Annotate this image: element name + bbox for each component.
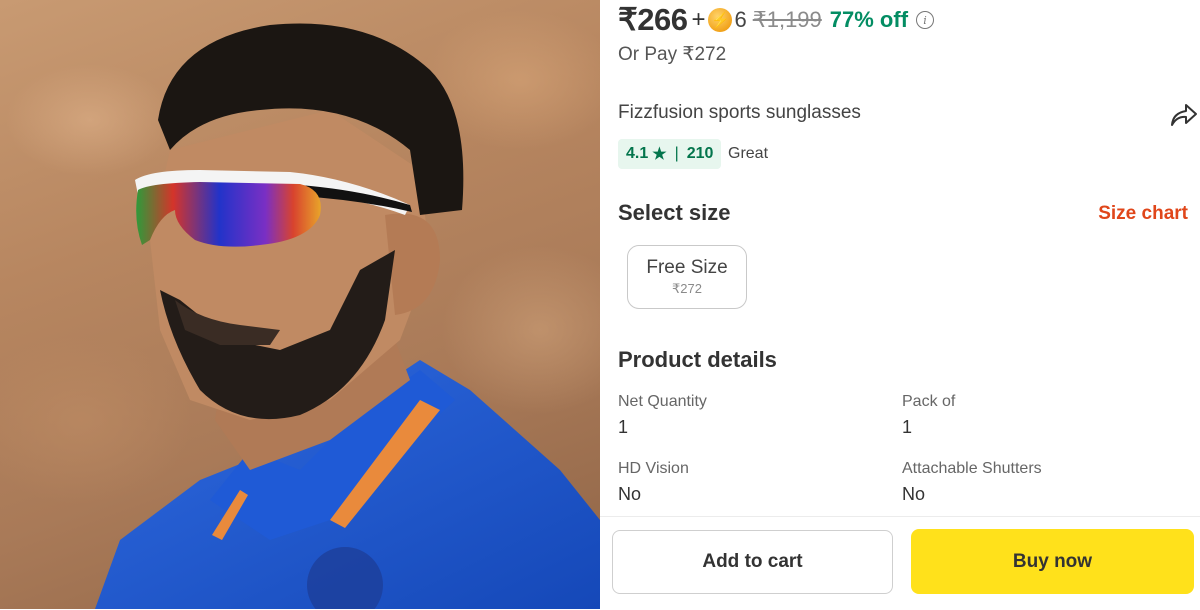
select-size-heading: Select size (618, 200, 731, 225)
rating-separator: | (674, 145, 679, 162)
product-photo-illustration (95, 23, 600, 609)
size-option-free-size[interactable]: Free Size ₹272 (627, 245, 747, 309)
original-price: ₹1,199 (752, 7, 822, 32)
spec-value: 1 (618, 417, 629, 437)
product-title: Fizzfusion sports sunglasses (618, 102, 861, 123)
spec-value: No (618, 484, 642, 504)
spec-label: Pack of (902, 393, 956, 410)
product-details-panel: ₹266 + ⚡ 6 ₹1,199 77% off i Or Pay ₹272 … (600, 0, 1200, 610)
spec-value: No (902, 484, 926, 504)
discount-badge: 77% off (829, 7, 909, 32)
size-chart-link[interactable]: Size chart (1098, 203, 1188, 225)
size-option-label: Free Size (646, 257, 728, 278)
coin-amount: 6 (734, 7, 747, 32)
current-price: ₹266 (618, 2, 688, 37)
buy-now-button[interactable]: Buy now (911, 529, 1194, 594)
spec-attachable-shutters: Attachable Shutters No (902, 460, 1042, 505)
spec-label: Net Quantity (618, 393, 707, 410)
alternate-pay-price: Or Pay ₹272 (618, 44, 727, 65)
rating-label: Great (728, 145, 769, 162)
share-icon[interactable] (1170, 102, 1198, 128)
rating-value: 4.1 (626, 145, 649, 162)
rating-count: 210 (686, 145, 714, 162)
add-to-cart-button[interactable]: Add to cart (612, 530, 893, 594)
rating-badge[interactable]: 4.1 ★ | 210 (618, 139, 722, 169)
star-icon: ★ (652, 146, 667, 163)
action-bar: Add to cart Buy now (600, 516, 1200, 610)
spec-pack-of: Pack of 1 (902, 393, 955, 438)
product-image[interactable] (0, 0, 600, 609)
spec-label: Attachable Shutters (902, 460, 1042, 477)
product-details-heading: Product details (618, 347, 777, 372)
price-row: ₹266 + ⚡ 6 ₹1,199 77% off i (618, 2, 935, 38)
spec-hd-vision: HD Vision No (618, 460, 689, 505)
spec-net-quantity: Net Quantity 1 (618, 393, 707, 438)
info-icon[interactable]: i (916, 11, 935, 29)
size-option-price: ₹272 (672, 281, 702, 296)
price-plus-sign: + (691, 6, 706, 33)
spec-label: HD Vision (618, 460, 689, 477)
spec-value: 1 (902, 417, 913, 437)
lightning-coin-icon: ⚡ (708, 8, 733, 32)
